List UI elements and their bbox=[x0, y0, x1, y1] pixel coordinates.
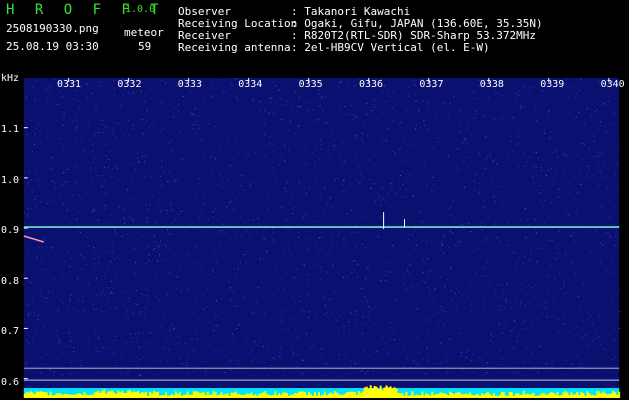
freq-tick-label: 1.0 bbox=[1, 174, 20, 186]
time-tick-label: 0334 bbox=[238, 79, 263, 90]
time-tick-label: 0339 bbox=[540, 79, 565, 90]
time-tick-label: 0337 bbox=[419, 79, 444, 90]
freq-tick-label: 0.8 bbox=[1, 275, 20, 287]
freq-tick-label: 1.1 bbox=[1, 124, 20, 135]
freq-tick-label: 0.9 bbox=[1, 225, 20, 236]
antenna-value: : 2el-HB9CV Vertical (el. E-W) bbox=[291, 41, 490, 54]
freq-tick-label: 0.7 bbox=[1, 326, 20, 337]
time-tick-label: 0331 bbox=[57, 79, 82, 90]
freq-tick-label: 0.6 bbox=[1, 376, 20, 388]
time-tick-label: 0338 bbox=[479, 79, 504, 90]
unit-label: kHz bbox=[1, 73, 20, 84]
spectrogram bbox=[23, 78, 621, 398]
meteor-count: 59 bbox=[138, 40, 152, 53]
time-tick-label: 0335 bbox=[298, 79, 323, 90]
filename: 2508190330.png bbox=[6, 22, 99, 35]
antenna-label: Receiving antenna bbox=[178, 41, 291, 54]
time-tick-label: 0333 bbox=[177, 79, 202, 90]
time-tick-label: 0340 bbox=[600, 79, 625, 90]
datetime: 25.08.19 03:30 bbox=[6, 40, 99, 53]
time-tick-label: 0336 bbox=[359, 79, 384, 90]
time-tick-label: 0332 bbox=[117, 79, 142, 90]
meteor-label: meteor bbox=[124, 26, 164, 39]
noise-background bbox=[23, 78, 620, 398]
version-label: 1.0.0 bbox=[125, 4, 156, 15]
